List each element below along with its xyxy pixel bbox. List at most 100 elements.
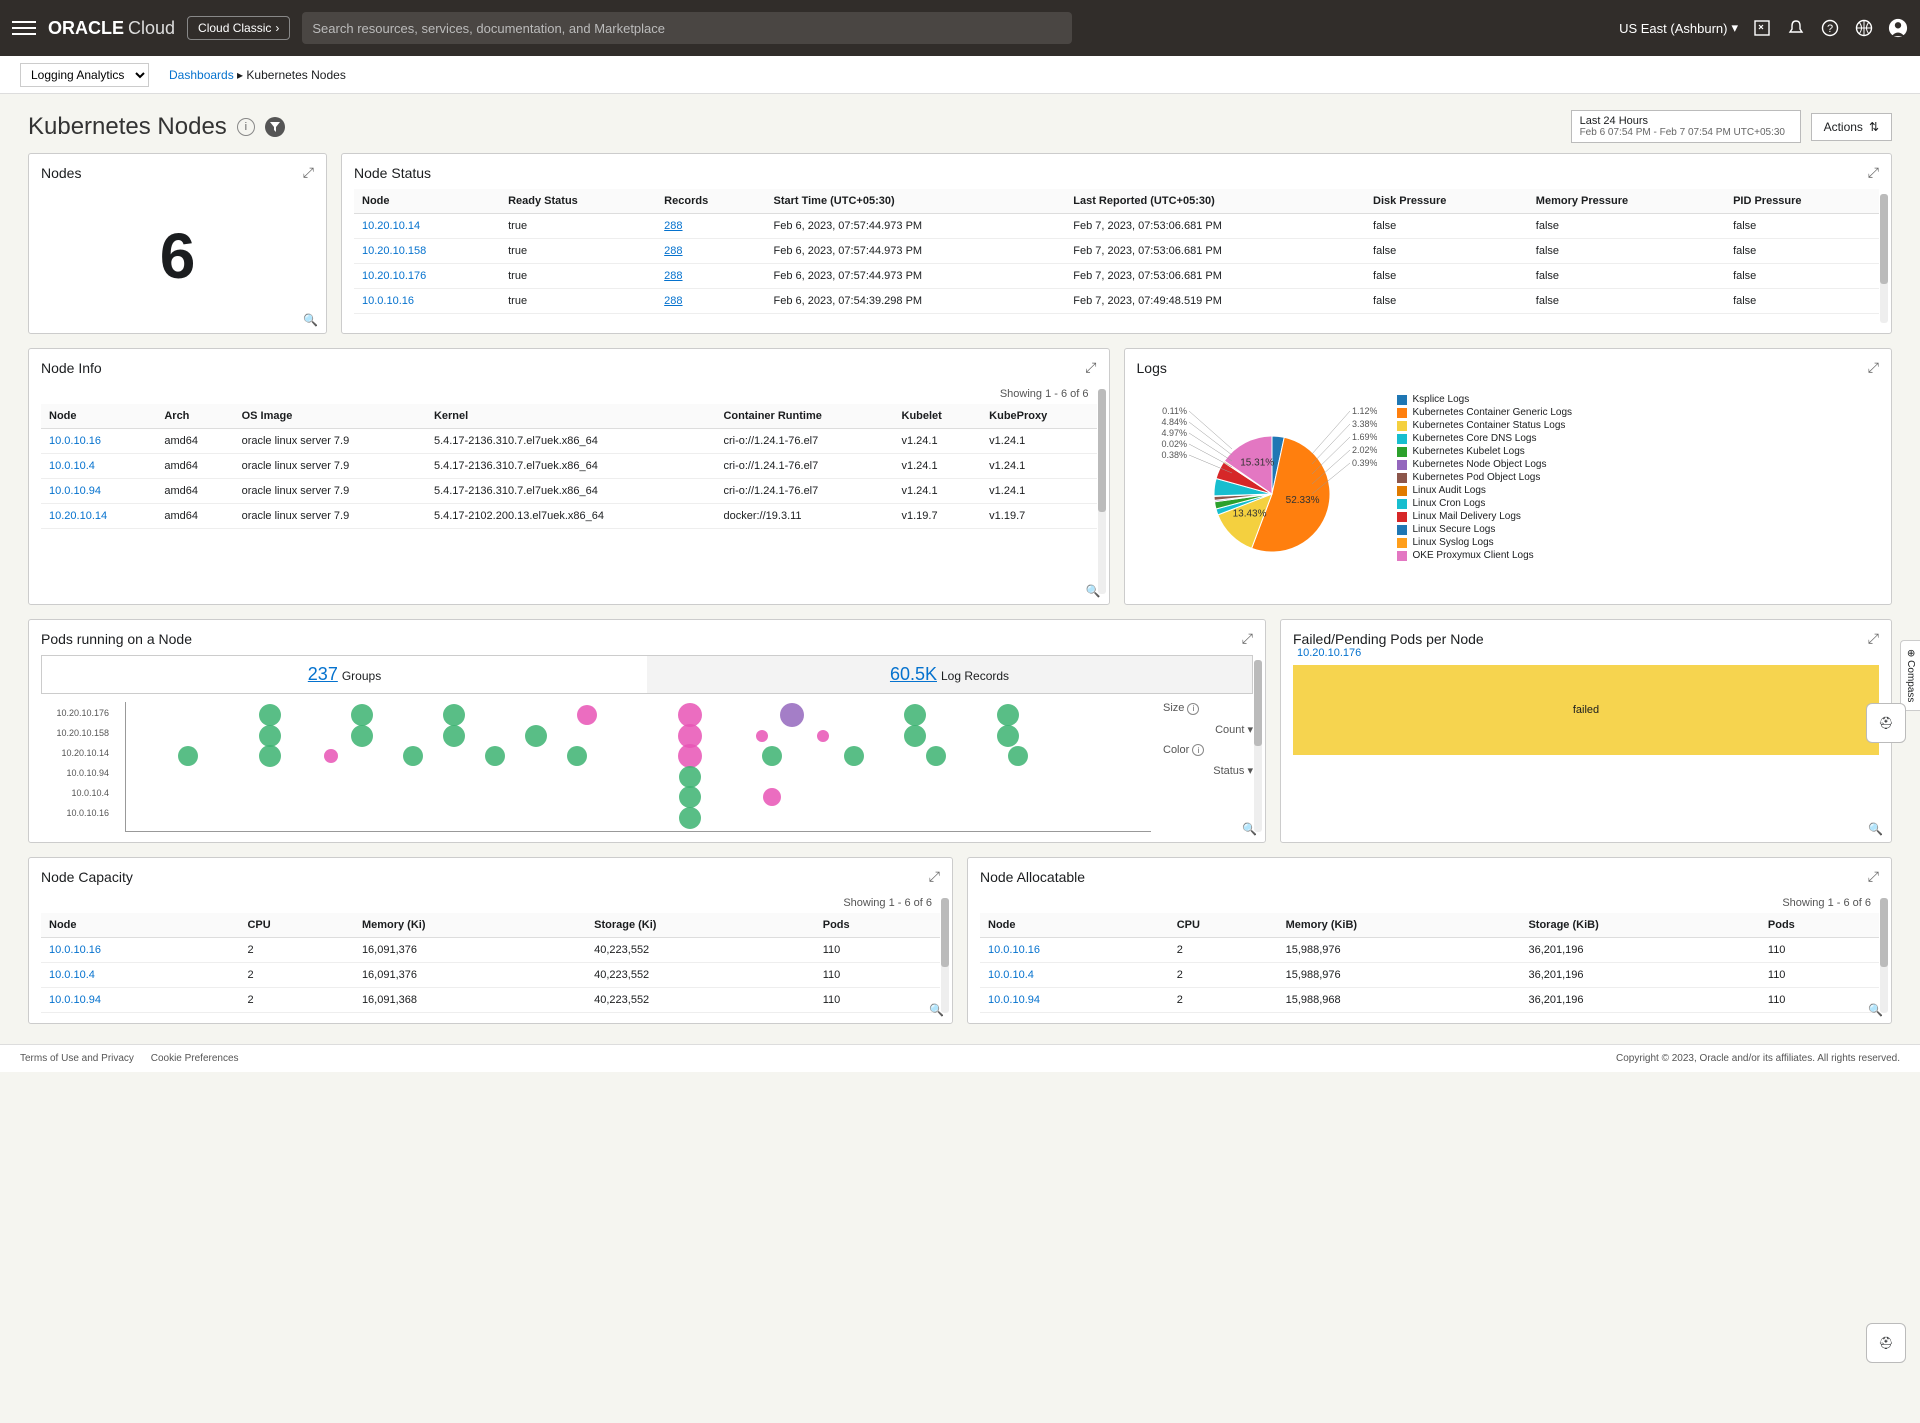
bubble[interactable]	[178, 746, 198, 766]
bubble[interactable]	[679, 766, 701, 788]
bubble[interactable]	[443, 704, 465, 726]
bubble[interactable]	[577, 705, 597, 725]
node-link[interactable]: 10.20.10.176	[362, 270, 426, 282]
node-link[interactable]: 10.20.10.14	[49, 510, 107, 522]
timerange-select[interactable]: Last 24 Hours Feb 6 07:54 PM - Feb 7 07:…	[1571, 110, 1801, 143]
expand-icon[interactable]: ⤢	[1868, 164, 1879, 181]
bubble[interactable]	[679, 786, 701, 808]
menu-icon[interactable]	[12, 16, 36, 40]
legend-item[interactable]: Linux Mail Delivery Logs	[1397, 511, 1573, 522]
service-select[interactable]: Logging Analytics	[20, 63, 149, 87]
devtools-icon[interactable]	[1752, 18, 1772, 38]
bubble[interactable]	[324, 749, 338, 763]
bubble[interactable]	[763, 788, 781, 806]
records-link[interactable]: 288	[664, 270, 682, 282]
support-icon[interactable]: ⛑	[1866, 703, 1906, 743]
bubble[interactable]	[259, 745, 281, 767]
bubble[interactable]	[679, 807, 701, 829]
bubble[interactable]	[904, 704, 926, 726]
info-icon[interactable]: i	[237, 118, 255, 136]
expand-icon[interactable]: ⤢	[1868, 359, 1879, 376]
bubble[interactable]	[259, 725, 281, 747]
node-link[interactable]: 10.0.10.4	[49, 460, 95, 472]
failed-node-link[interactable]: 10.20.10.176	[1297, 647, 1361, 659]
profile-icon[interactable]	[1888, 18, 1908, 38]
search-input[interactable]	[312, 21, 1062, 36]
node-link[interactable]: 10.0.10.16	[49, 435, 101, 447]
legend-item[interactable]: Linux Cron Logs	[1397, 498, 1573, 509]
node-link[interactable]: 10.0.10.94	[49, 994, 101, 1006]
legend-item[interactable]: Ksplice Logs	[1397, 394, 1573, 405]
node-link[interactable]: 10.0.10.16	[362, 295, 414, 307]
node-link[interactable]: 10.20.10.14	[362, 220, 420, 232]
node-link[interactable]: 10.0.10.16	[988, 944, 1040, 956]
zoom-icon[interactable]: 🔍	[1086, 584, 1101, 598]
globe-icon[interactable]	[1854, 18, 1874, 38]
scrollbar[interactable]	[1880, 194, 1888, 323]
node-link[interactable]: 10.0.10.16	[49, 944, 101, 956]
bubble[interactable]	[844, 746, 864, 766]
support-icon[interactable]: ⛑	[1866, 1323, 1906, 1363]
bubble[interactable]	[259, 704, 281, 726]
node-link[interactable]: 10.0.10.94	[988, 994, 1040, 1006]
tab-log-records[interactable]: 60.5KLog Records	[647, 656, 1252, 693]
bubble[interactable]	[780, 703, 804, 727]
failed-treemap[interactable]: failed	[1293, 665, 1879, 755]
expand-icon[interactable]: ⤢	[1868, 868, 1879, 885]
bubble[interactable]	[351, 725, 373, 747]
bubble[interactable]	[525, 725, 547, 747]
legend-item[interactable]: Linux Syslog Logs	[1397, 537, 1573, 548]
scrollbar[interactable]	[941, 898, 949, 1013]
pods-bubble-chart[interactable]	[125, 702, 1151, 832]
legend-item[interactable]: Kubernetes Pod Object Logs	[1397, 472, 1573, 483]
bubble[interactable]	[678, 744, 702, 768]
zoom-icon[interactable]: 🔍	[1868, 822, 1883, 836]
bubble[interactable]	[762, 746, 782, 766]
search-input-wrap[interactable]	[302, 12, 1072, 44]
expand-icon[interactable]: ⤢	[1868, 630, 1879, 647]
records-link[interactable]: 288	[664, 245, 682, 257]
zoom-icon[interactable]: 🔍	[929, 1003, 944, 1017]
logs-pie-chart[interactable]: 52.33%13.43%15.31%0.11%4.84%4.97%0.02%0.…	[1147, 394, 1377, 584]
legend-item[interactable]: Kubernetes Core DNS Logs	[1397, 433, 1573, 444]
help-icon[interactable]: ?	[1820, 18, 1840, 38]
node-link[interactable]: 10.20.10.158	[362, 245, 426, 257]
bubble[interactable]	[904, 725, 926, 747]
records-link[interactable]: 288	[664, 295, 682, 307]
node-link[interactable]: 10.0.10.4	[988, 969, 1034, 981]
footer-terms[interactable]: Terms of Use and Privacy	[20, 1053, 134, 1064]
bubble[interactable]	[997, 725, 1019, 747]
region-select[interactable]: US East (Ashburn)▾	[1619, 20, 1738, 36]
scrollbar[interactable]	[1254, 660, 1262, 832]
bubble[interactable]	[756, 730, 768, 742]
bubble[interactable]	[997, 704, 1019, 726]
zoom-icon[interactable]: 🔍	[1868, 1003, 1883, 1017]
footer-cookie[interactable]: Cookie Preferences	[151, 1053, 239, 1064]
scrollbar[interactable]	[1098, 389, 1106, 594]
zoom-icon[interactable]: 🔍	[1242, 822, 1257, 836]
breadcrumb-dashboards[interactable]: Dashboards	[169, 68, 234, 82]
legend-item[interactable]: Kubernetes Container Generic Logs	[1397, 407, 1573, 418]
status-dropdown[interactable]: Status	[1213, 765, 1244, 777]
legend-item[interactable]: Kubernetes Node Object Logs	[1397, 459, 1573, 470]
bubble[interactable]	[351, 704, 373, 726]
records-link[interactable]: 288	[664, 220, 682, 232]
announcements-icon[interactable]	[1786, 18, 1806, 38]
count-dropdown[interactable]: Count	[1215, 724, 1244, 736]
bubble[interactable]	[817, 730, 829, 742]
bubble[interactable]	[926, 746, 946, 766]
info-icon[interactable]: i	[1192, 744, 1204, 756]
bubble[interactable]	[443, 725, 465, 747]
cloud-classic-button[interactable]: Cloud Classic›	[187, 16, 290, 40]
scrollbar[interactable]	[1880, 898, 1888, 1013]
info-icon[interactable]: i	[1187, 703, 1199, 715]
bubble[interactable]	[403, 746, 423, 766]
bubble[interactable]	[567, 746, 587, 766]
legend-item[interactable]: Linux Secure Logs	[1397, 524, 1573, 535]
expand-icon[interactable]: ⤢	[1242, 630, 1253, 647]
node-link[interactable]: 10.0.10.94	[49, 485, 101, 497]
filter-icon[interactable]	[265, 117, 285, 137]
legend-item[interactable]: Kubernetes Container Status Logs	[1397, 420, 1573, 431]
legend-item[interactable]: Linux Audit Logs	[1397, 485, 1573, 496]
expand-icon[interactable]: ⤢	[929, 868, 940, 885]
